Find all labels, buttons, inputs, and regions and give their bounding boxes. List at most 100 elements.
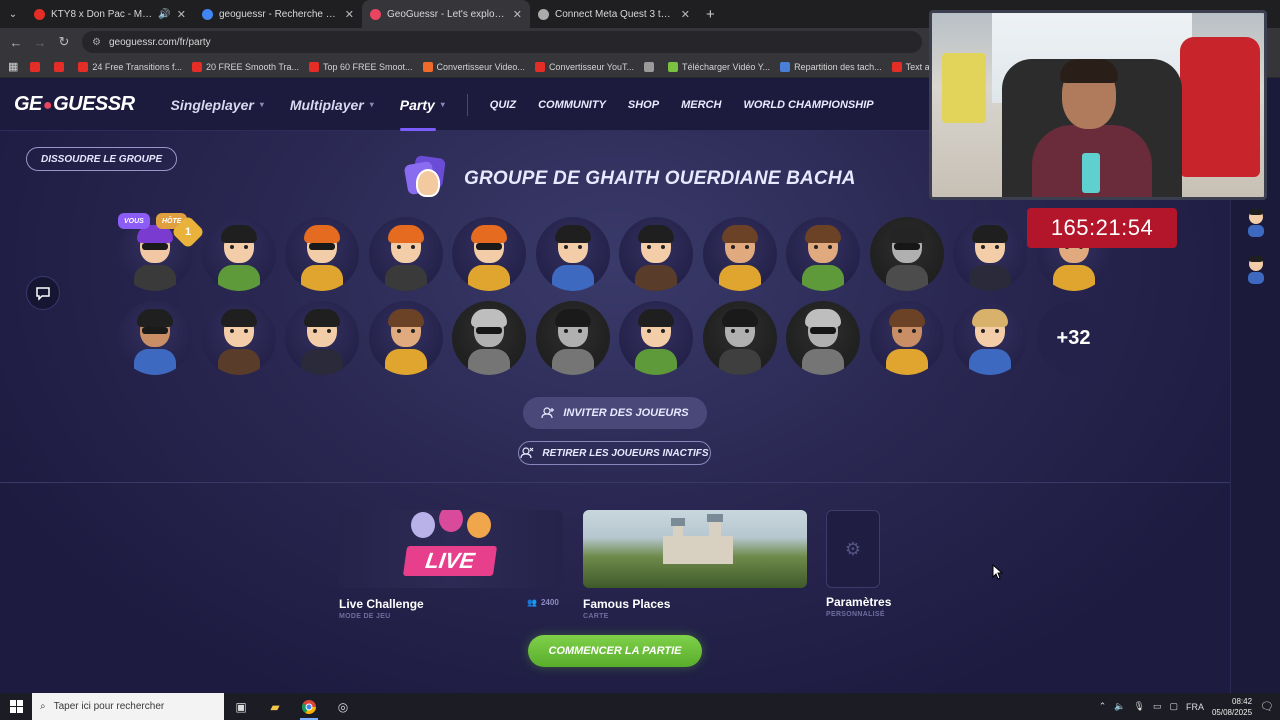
- taskbar-search[interactable]: ⌕ Taper ici pour rechercher: [32, 693, 224, 720]
- player-avatar[interactable]: [285, 301, 359, 375]
- group-header: GROUPE DE GHAITH OUERDIANE BACHA: [403, 155, 856, 201]
- network-icon[interactable]: ▭: [1153, 701, 1162, 712]
- audio-playing-icon[interactable]: 🔊: [158, 9, 170, 20]
- map-card[interactable]: Famous Places CARTE: [583, 510, 807, 620]
- apps-grid-icon[interactable]: ▦: [8, 60, 18, 73]
- player-avatar[interactable]: [953, 301, 1027, 375]
- player-avatar[interactable]: [869, 301, 944, 375]
- settings-sub: PERSONNALISÉ: [826, 611, 885, 618]
- geoguessr-logo[interactable]: GE●GUESSR: [14, 93, 135, 116]
- invite-players-button[interactable]: INVITER DES JOUEURS: [523, 397, 707, 429]
- player-avatar[interactable]: [619, 217, 693, 291]
- browser-tab[interactable]: GeoGuessr - Let's explore the w ✕: [362, 0, 530, 28]
- nav-party[interactable]: Party ▾: [399, 79, 445, 131]
- tab-favicon-icon: [202, 8, 213, 20]
- player-avatar[interactable]: [368, 217, 443, 291]
- bookmark-item[interactable]: Top 60 FREE Smoot...: [309, 61, 413, 72]
- taskbar-search-placeholder: Taper ici pour rechercher: [53, 701, 165, 712]
- bookmark-item[interactable]: Repartition des tach...: [780, 61, 882, 72]
- invite-label: INVITER DES JOUEURS: [563, 407, 689, 419]
- display-icon[interactable]: ▢: [1169, 701, 1178, 712]
- tab-title: KTY8 x Don Pac - MESTWI: [51, 8, 152, 20]
- reload-icon[interactable]: ↻: [52, 34, 76, 50]
- close-tab-icon[interactable]: ✕: [513, 8, 522, 21]
- download-icon: [668, 61, 678, 72]
- clock[interactable]: 08:42 05/08/2025: [1212, 696, 1252, 718]
- nav-link[interactable]: SHOP: [628, 99, 659, 111]
- close-tab-icon[interactable]: ✕: [681, 8, 690, 21]
- player-count-value: 2400: [540, 598, 559, 607]
- tab-favicon-icon: [538, 8, 549, 20]
- browser-tab[interactable]: KTY8 x Don Pac - MESTWI 🔊 ✕: [26, 0, 194, 28]
- player-avatar[interactable]: [869, 217, 944, 291]
- nav-link[interactable]: QUIZ: [490, 99, 516, 111]
- player-avatar[interactable]: [535, 301, 610, 375]
- close-tab-icon[interactable]: ✕: [345, 8, 354, 21]
- nav-link[interactable]: COMMUNITY: [538, 99, 606, 111]
- keyboard-lang[interactable]: FRA: [1186, 702, 1204, 712]
- party-group-icon: [403, 155, 450, 201]
- browser-tab[interactable]: Connect Meta Quest 3 to Elgato ✕: [530, 0, 698, 28]
- obs-icon[interactable]: ◎: [326, 693, 360, 720]
- browser-tab[interactable]: geoguessr - Recherche Google ✕: [194, 0, 362, 28]
- file-explorer-icon[interactable]: ▰: [258, 693, 292, 720]
- chrome-icon[interactable]: [292, 693, 326, 720]
- game-mode-sub: MODE DE JEU: [339, 613, 391, 620]
- player-avatar[interactable]: [786, 301, 860, 375]
- notification-icon[interactable]: 🗨: [1260, 700, 1274, 713]
- player-avatar[interactable]: [953, 217, 1027, 291]
- tab-favicon-icon: [370, 8, 381, 20]
- nav-link[interactable]: WORLD CHAMPIONSHIP: [743, 99, 873, 111]
- bookmark-label: Repartition des tach...: [794, 61, 882, 72]
- start-game-button[interactable]: COMMENCER LA PARTIE: [528, 635, 702, 667]
- player-avatar[interactable]: [201, 301, 276, 375]
- player-avatar[interactable]: [786, 217, 860, 291]
- nav-singleplayer[interactable]: Singleplayer ▾: [171, 79, 264, 131]
- bookmark-item[interactable]: Convertisseur Video...: [422, 61, 525, 72]
- add-user-icon: [541, 407, 555, 419]
- settings-card[interactable]: ⚙ Paramètres PERSONNALISÉ: [826, 510, 891, 618]
- clock-date: 05/08/2025: [1211, 707, 1253, 717]
- youtube-icon: [309, 61, 319, 72]
- bookmark-item[interactable]: 24 Free Transitions f...: [78, 61, 182, 72]
- bookmark-item[interactable]: 20 FREE Smooth Tra...: [191, 61, 299, 72]
- site-info-icon[interactable]: ⚙: [92, 37, 101, 48]
- address-bar[interactable]: ⚙ geoguessr.com/fr/party: [82, 31, 922, 53]
- dissolve-group-button[interactable]: DISSOUDRE LE GROUPE: [26, 147, 178, 171]
- player-avatar[interactable]: [702, 217, 777, 291]
- nav-link[interactable]: MERCH: [681, 99, 721, 111]
- bookmark-item[interactable]: Télécharger Vidéo Y...: [668, 61, 770, 72]
- friend-avatar[interactable]: [1243, 207, 1269, 237]
- player-avatar[interactable]: [452, 217, 526, 291]
- more-players-count[interactable]: +32: [1036, 301, 1111, 375]
- close-tab-icon[interactable]: ✕: [177, 8, 186, 21]
- volume-icon[interactable]: 🔈: [1114, 701, 1125, 712]
- player-avatar[interactable]: [619, 301, 693, 375]
- game-mode-card[interactable]: LIVE Live Challenge MODE DE JEU 👥 2400: [339, 510, 563, 620]
- player-avatar[interactable]: [535, 217, 610, 291]
- tray-chevron-icon[interactable]: ⌃: [1099, 701, 1107, 712]
- friend-avatar[interactable]: [1243, 254, 1269, 284]
- player-avatar[interactable]: [452, 301, 526, 375]
- bookmark-item[interactable]: [30, 61, 44, 72]
- player-avatar[interactable]: [201, 217, 276, 291]
- remove-inactive-button[interactable]: RETIRER LES JOUEURS INACTIFS: [518, 441, 711, 465]
- section-divider: [0, 482, 1230, 483]
- player-avatar[interactable]: [702, 301, 777, 375]
- new-tab-plus-icon[interactable]: +: [698, 6, 723, 23]
- player-avatar[interactable]: [285, 217, 359, 291]
- bookmark-item[interactable]: Convertisseur YouT...: [534, 61, 634, 72]
- nav-label: Party: [399, 96, 435, 113]
- bookmark-item[interactable]: [54, 61, 68, 72]
- back-arrow-icon[interactable]: ←: [4, 35, 28, 50]
- mic-icon[interactable]: 🎙: [1134, 701, 1145, 712]
- forward-arrow-icon[interactable]: →: [28, 35, 52, 50]
- nav-multiplayer[interactable]: Multiplayer ▾: [290, 79, 374, 131]
- tab-search-chevron-icon[interactable]: ⌄: [0, 0, 26, 28]
- chat-bubble-icon[interactable]: [26, 276, 60, 310]
- task-view-icon[interactable]: ▣: [224, 693, 258, 720]
- bookmark-item[interactable]: [644, 61, 658, 72]
- player-avatar[interactable]: [368, 301, 443, 375]
- windows-start-icon[interactable]: [0, 693, 32, 720]
- player-avatar[interactable]: [118, 301, 192, 375]
